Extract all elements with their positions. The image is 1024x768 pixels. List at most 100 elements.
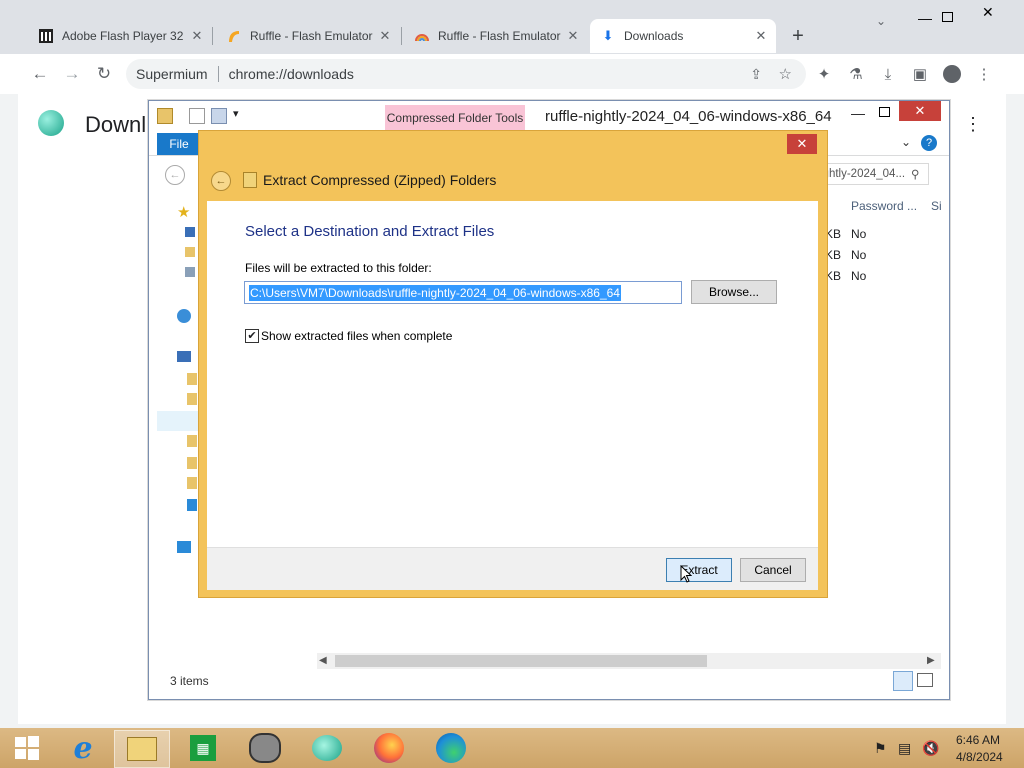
folder-icon[interactable] [187, 435, 197, 447]
back-button[interactable]: ← [26, 60, 54, 88]
clock-date[interactable]: 4/8/2024 [956, 750, 1003, 764]
folder-icon[interactable] [187, 373, 197, 385]
horizontal-scrollbar[interactable]: ◀ ▶ [317, 653, 941, 669]
status-item-count: 3 items [170, 674, 209, 688]
back-arrow-icon[interactable]: ← [211, 171, 231, 191]
extract-button[interactable]: Extract [666, 558, 732, 582]
details-view-icon[interactable] [893, 671, 913, 691]
close-icon[interactable]: ✕ [564, 28, 582, 44]
tab-ruffle-1[interactable]: Ruffle - Flash Emulator ✕ [216, 19, 400, 53]
extract-dialog: ✕ ← Extract Compressed (Zipped) Folders … [198, 130, 828, 598]
close-button[interactable]: ✕ [982, 4, 994, 21]
extensions-icon[interactable]: ✦ [812, 62, 836, 86]
tab-title: Ruffle - Flash Emulator [438, 29, 561, 43]
dialog-close-button[interactable]: ✕ [787, 134, 817, 154]
close-button[interactable]: ✕ [899, 101, 941, 121]
path-text: C:\Users\VM7\Downloads\ruffle-nightly-20… [249, 284, 621, 301]
raccoon-icon[interactable] [238, 730, 292, 766]
tab-downloads[interactable]: ⬇ Downloads ✕ [590, 19, 776, 53]
dialog-body: Select a Destination and Extract Files F… [207, 201, 818, 547]
column-header-size[interactable]: Si [931, 199, 942, 213]
close-icon[interactable]: ✕ [376, 28, 394, 44]
folder-icon[interactable] [187, 393, 197, 405]
large-icons-view-icon[interactable] [917, 673, 933, 687]
url-text: chrome://downloads [228, 66, 354, 82]
homegroup-icon[interactable] [177, 309, 191, 323]
folder-icon[interactable] [187, 457, 197, 469]
close-icon[interactable]: ✕ [752, 28, 770, 44]
forward-button[interactable]: → [58, 60, 86, 88]
tab-strip: Adobe Flash Player 32 ✕ Ruffle - Flash E… [0, 0, 1024, 54]
minimize-button[interactable]: — [851, 105, 865, 121]
help-icon[interactable]: ? [921, 135, 937, 151]
drive-icon[interactable] [187, 499, 197, 511]
supermium-logo [38, 110, 64, 136]
internet-explorer-icon[interactable]: e [56, 730, 110, 766]
store-icon[interactable]: ▦ [176, 730, 230, 766]
show-files-checkbox[interactable]: ✔ [245, 329, 259, 343]
downloads-icon[interactable]: ⤓ [876, 62, 900, 86]
menu-icon[interactable]: ⋮ [972, 62, 996, 86]
context-tab-compressed[interactable]: Compressed Folder Tools [385, 105, 525, 131]
scroll-thumb[interactable] [335, 655, 707, 667]
destination-path-input[interactable]: C:\Users\VM7\Downloads\ruffle-nightly-20… [244, 281, 682, 304]
nav-selected-item[interactable] [157, 411, 199, 431]
supermium-icon[interactable] [300, 730, 354, 766]
file-explorer-icon[interactable] [114, 730, 170, 768]
bookmark-star-icon[interactable]: ☆ [779, 65, 792, 83]
side-panel-icon[interactable]: ▣ [908, 62, 932, 86]
search-box[interactable]: ightly-2024_04... ⚲ [819, 163, 929, 185]
favorites-star-icon[interactable]: ★ [177, 203, 190, 221]
dialog-heading: Select a Destination and Extract Files [245, 223, 495, 240]
share-icon[interactable]: ⇪ [750, 66, 762, 83]
folder-icon[interactable] [187, 477, 197, 489]
reload-button[interactable]: ↻ [90, 60, 118, 88]
back-button[interactable]: ← [165, 165, 185, 185]
properties-icon[interactable] [189, 108, 205, 124]
flag-icon[interactable]: ⚑ [874, 740, 887, 757]
column-header-password[interactable]: Password ... [851, 199, 917, 213]
desktop-icon[interactable] [185, 227, 195, 237]
tab-search-icon[interactable]: ⌄ [876, 14, 886, 28]
tab-ruffle-2[interactable]: Ruffle - Flash Emulator ✕ [404, 19, 588, 53]
browse-button[interactable]: Browse... [691, 280, 777, 304]
start-button[interactable] [0, 730, 54, 766]
search-path-text: ightly-2024_04... [820, 168, 906, 180]
address-bar[interactable]: Supermium chrome://downloads ⇪ ☆ [126, 59, 806, 89]
explorer-titlebar: ▾ Compressed Folder Tools ruffle-nightly… [149, 101, 949, 131]
tab-adobe-flash[interactable]: Adobe Flash Player 32 ✕ [28, 19, 212, 53]
cancel-button[interactable]: Cancel [740, 558, 806, 582]
close-icon[interactable]: ✕ [188, 28, 206, 44]
museum-icon [38, 28, 54, 44]
more-actions-icon[interactable]: ⋮ [964, 114, 982, 135]
flask-icon[interactable]: ⚗ [844, 62, 868, 86]
zip-folder-icon [243, 172, 257, 188]
scroll-left-icon[interactable]: ◀ [319, 655, 327, 666]
volume-muted-icon[interactable]: 🔇 [922, 740, 939, 757]
scroll-right-icon[interactable]: ▶ [927, 655, 935, 666]
mouse-cursor-icon [680, 564, 693, 586]
dialog-title: Extract Compressed (Zipped) Folders [263, 172, 497, 188]
clock-time[interactable]: 6:46 AM [956, 733, 1000, 747]
ribbon-expand-icon[interactable]: ⌄ [901, 135, 911, 149]
minimize-button[interactable]: — [918, 10, 932, 26]
recent-places-icon[interactable] [185, 267, 195, 277]
network-icon[interactable] [177, 541, 191, 553]
new-tab-button[interactable]: + [786, 24, 810, 48]
edge-icon[interactable] [424, 730, 478, 766]
tab-title: Ruffle - Flash Emulator [250, 29, 373, 43]
explorer-title: ruffle-nightly-2024_04_06-windows-x86_64 [545, 108, 832, 125]
network-status-icon[interactable]: ▤ [898, 740, 911, 757]
quick-access-dropdown-icon[interactable]: ▾ [233, 107, 239, 120]
file-tab[interactable]: File [157, 133, 201, 155]
new-folder-icon[interactable] [211, 108, 227, 124]
this-pc-icon[interactable] [177, 351, 191, 362]
firefox-icon[interactable] [362, 730, 416, 766]
ruffle-icon [226, 28, 242, 44]
ruffle-rainbow-icon [414, 28, 430, 44]
downloads-folder-icon[interactable] [185, 247, 195, 257]
dialog-footer: Extract Cancel [207, 547, 818, 590]
tab-title: Adobe Flash Player 32 [62, 29, 184, 43]
maximize-button[interactable] [879, 107, 890, 117]
profile-icon[interactable] [940, 62, 964, 86]
